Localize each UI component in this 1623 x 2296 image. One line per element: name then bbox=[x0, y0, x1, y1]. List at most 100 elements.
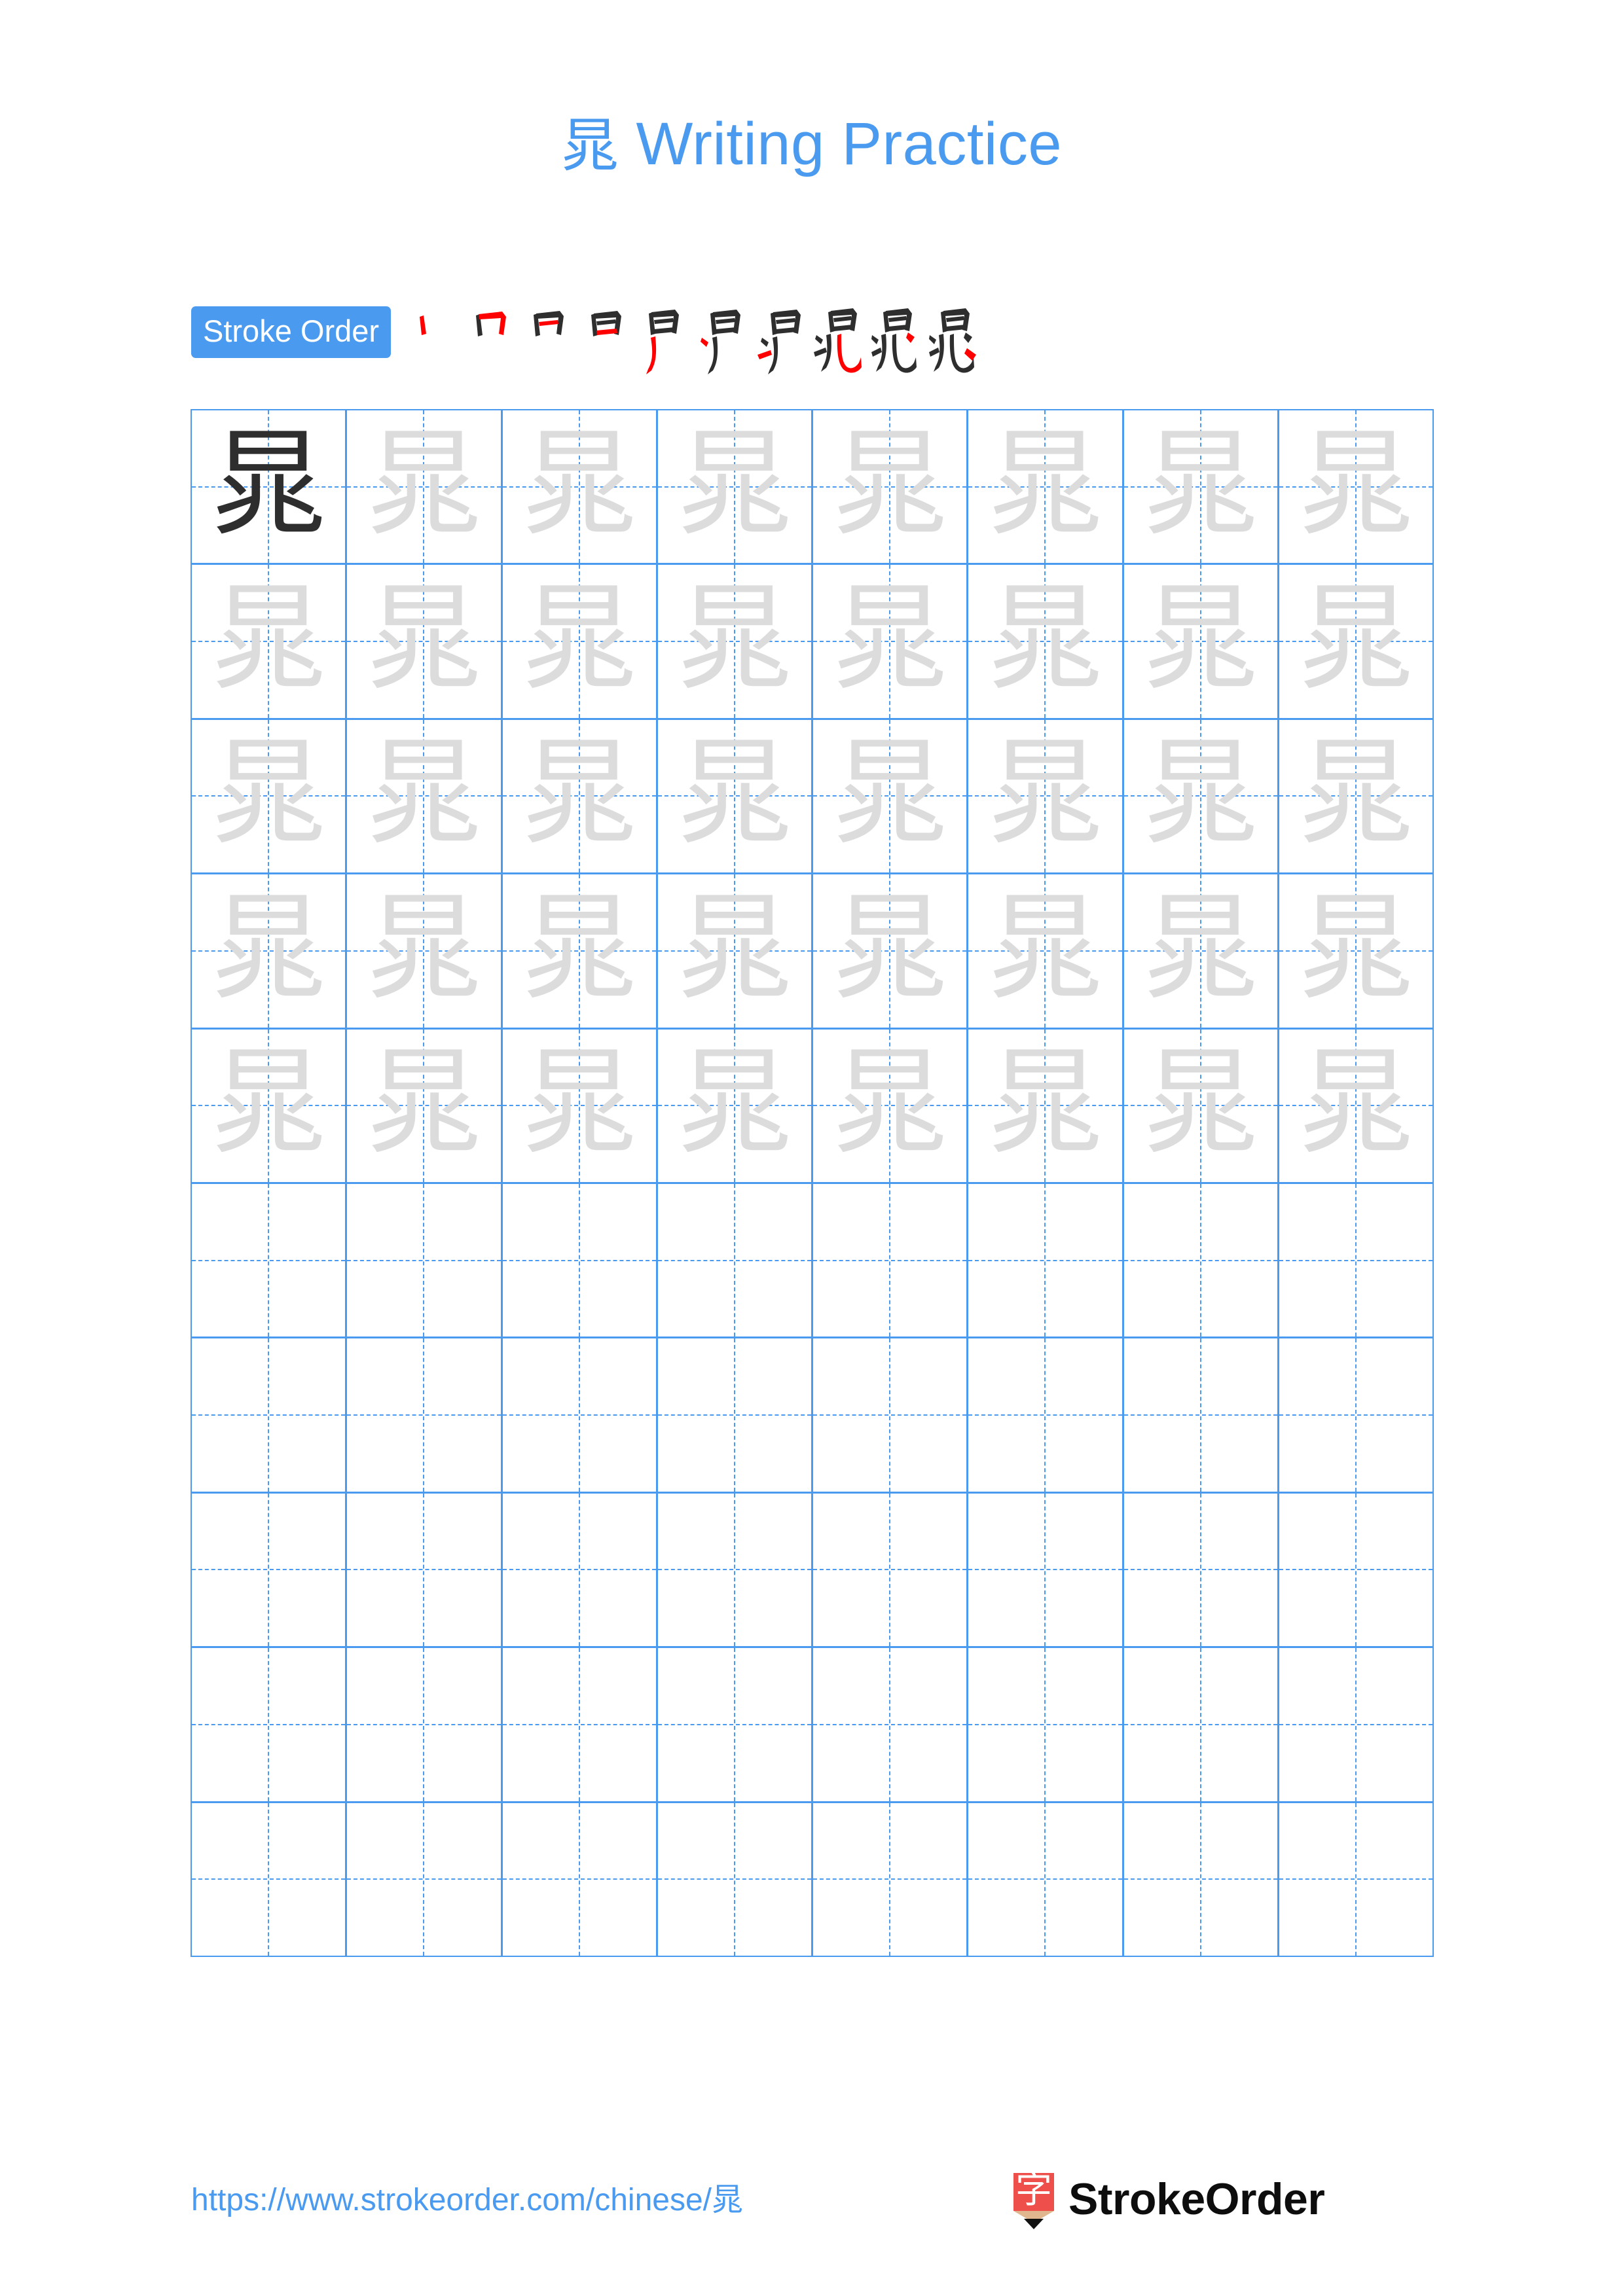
pencil-character: 字 bbox=[1015, 2169, 1052, 2212]
grid-cell[interactable]: 晁 bbox=[1277, 564, 1434, 719]
grid-cell[interactable] bbox=[967, 1801, 1123, 1957]
grid-cell[interactable]: 晁 bbox=[967, 564, 1123, 719]
grid-cell[interactable] bbox=[656, 1647, 812, 1803]
grid-cell[interactable]: 晁 bbox=[346, 409, 502, 565]
grid-cell[interactable]: 晁 bbox=[501, 409, 657, 565]
grid-cell[interactable] bbox=[346, 1182, 502, 1338]
grid-cell[interactable] bbox=[1277, 1492, 1434, 1648]
grid-cell[interactable]: 晁 bbox=[1277, 873, 1434, 1029]
grid-cell[interactable] bbox=[191, 1801, 347, 1957]
grid-cell[interactable] bbox=[812, 1337, 968, 1493]
grid-cell[interactable]: 晁 bbox=[812, 718, 968, 874]
grid-cell[interactable] bbox=[191, 1182, 347, 1338]
grid-cell[interactable] bbox=[656, 1492, 812, 1648]
cell-glyph: 晁 bbox=[1298, 417, 1413, 552]
grid-cell[interactable]: 晁 bbox=[1122, 564, 1279, 719]
grid-cell[interactable]: 晁 bbox=[812, 873, 968, 1029]
grid-cell[interactable]: 晁 bbox=[1122, 873, 1279, 1029]
grid-cell[interactable]: 晁 bbox=[1277, 1028, 1434, 1183]
grid-cell[interactable] bbox=[967, 1647, 1123, 1803]
grid-cell[interactable]: 晁 bbox=[656, 409, 812, 565]
grid-cell[interactable] bbox=[656, 1182, 812, 1338]
grid-cell[interactable] bbox=[346, 1337, 502, 1493]
grid-cell[interactable]: 晁 bbox=[191, 873, 347, 1029]
cell-glyph: 晁 bbox=[832, 726, 948, 861]
grid-cell[interactable] bbox=[1277, 1647, 1434, 1803]
stroke-step-7 bbox=[756, 305, 814, 384]
cell-glyph: 晁 bbox=[676, 726, 792, 861]
grid-cell[interactable] bbox=[656, 1801, 812, 1957]
grid-cell[interactable] bbox=[501, 1801, 657, 1957]
grid-cell[interactable]: 晁 bbox=[1122, 718, 1279, 874]
grid-cell[interactable] bbox=[967, 1182, 1123, 1338]
cell-glyph: 晁 bbox=[676, 1036, 792, 1171]
grid-cell[interactable]: 晁 bbox=[191, 564, 347, 719]
stroke-order-label: Stroke Order bbox=[191, 306, 392, 358]
grid-cell[interactable]: 晁 bbox=[967, 873, 1123, 1029]
grid-cell[interactable] bbox=[1122, 1801, 1279, 1957]
cell-glyph: 晁 bbox=[211, 726, 327, 861]
grid-cell[interactable] bbox=[1122, 1182, 1279, 1338]
grid-cell[interactable]: 晁 bbox=[501, 718, 657, 874]
grid-cell[interactable] bbox=[656, 1337, 812, 1493]
grid-cell[interactable] bbox=[1277, 1182, 1434, 1338]
grid-cell[interactable]: 晁 bbox=[346, 1028, 502, 1183]
grid-cell[interactable]: 晁 bbox=[191, 718, 347, 874]
cell-glyph: 晁 bbox=[211, 417, 327, 552]
cell-glyph: 晁 bbox=[987, 881, 1103, 1016]
grid-cell[interactable]: 晁 bbox=[812, 409, 968, 565]
grid-cell[interactable]: 晁 bbox=[656, 873, 812, 1029]
cell-glyph: 晁 bbox=[1142, 726, 1258, 861]
grid-cell[interactable] bbox=[501, 1492, 657, 1648]
grid-cell[interactable]: 晁 bbox=[967, 409, 1123, 565]
grid-cell[interactable]: 晁 bbox=[346, 873, 502, 1029]
grid-cell[interactable] bbox=[967, 1492, 1123, 1648]
grid-cell[interactable]: 晁 bbox=[656, 718, 812, 874]
grid-cell[interactable] bbox=[1277, 1337, 1434, 1493]
grid-cell[interactable] bbox=[501, 1647, 657, 1803]
grid-cell[interactable]: 晁 bbox=[346, 564, 502, 719]
grid-cell[interactable] bbox=[191, 1647, 347, 1803]
cell-glyph: 晁 bbox=[521, 726, 637, 861]
grid-cell[interactable]: 晁 bbox=[967, 1028, 1123, 1183]
grid-cell[interactable]: 晁 bbox=[1122, 1028, 1279, 1183]
grid-cell[interactable]: 晁 bbox=[191, 409, 347, 565]
grid-cell[interactable] bbox=[501, 1337, 657, 1493]
cell-glyph: 晁 bbox=[1142, 572, 1258, 707]
grid-cell[interactable]: 晁 bbox=[501, 564, 657, 719]
grid-cell[interactable]: 晁 bbox=[656, 564, 812, 719]
grid-cell[interactable]: 晁 bbox=[1277, 409, 1434, 565]
brand-logo[interactable]: 字 StrokeOrder bbox=[1013, 2169, 1325, 2229]
grid-cell[interactable]: 晁 bbox=[1122, 409, 1279, 565]
grid-cell[interactable] bbox=[1277, 1801, 1434, 1957]
grid-cell[interactable] bbox=[1122, 1647, 1279, 1803]
cell-glyph: 晁 bbox=[987, 1036, 1103, 1171]
grid-cell[interactable]: 晁 bbox=[1277, 718, 1434, 874]
grid-cell[interactable]: 晁 bbox=[501, 873, 657, 1029]
cell-glyph: 晁 bbox=[366, 572, 482, 707]
grid-cell[interactable] bbox=[346, 1647, 502, 1803]
grid-cell[interactable] bbox=[812, 1801, 968, 1957]
grid-cell[interactable] bbox=[812, 1647, 968, 1803]
grid-cell[interactable] bbox=[967, 1337, 1123, 1493]
footer-url[interactable]: https://www.strokeorder.com/chinese/晁 bbox=[191, 2183, 743, 2218]
grid-cell[interactable]: 晁 bbox=[967, 718, 1123, 874]
grid-cell[interactable] bbox=[812, 1492, 968, 1648]
grid-cell[interactable]: 晁 bbox=[346, 718, 502, 874]
cell-glyph: 晁 bbox=[676, 881, 792, 1016]
grid-cell[interactable] bbox=[812, 1182, 968, 1338]
grid-cell[interactable]: 晁 bbox=[812, 564, 968, 719]
stroke-step-2 bbox=[468, 305, 526, 384]
stroke-step-8 bbox=[814, 305, 871, 384]
grid-cell[interactable]: 晁 bbox=[656, 1028, 812, 1183]
grid-cell[interactable]: 晁 bbox=[191, 1028, 347, 1183]
grid-cell[interactable] bbox=[501, 1182, 657, 1338]
grid-cell[interactable] bbox=[191, 1337, 347, 1493]
grid-cell[interactable] bbox=[191, 1492, 347, 1648]
grid-cell[interactable]: 晁 bbox=[501, 1028, 657, 1183]
grid-cell[interactable] bbox=[346, 1492, 502, 1648]
grid-cell[interactable] bbox=[1122, 1337, 1279, 1493]
grid-cell[interactable] bbox=[1122, 1492, 1279, 1648]
grid-cell[interactable] bbox=[346, 1801, 502, 1957]
grid-cell[interactable]: 晁 bbox=[812, 1028, 968, 1183]
